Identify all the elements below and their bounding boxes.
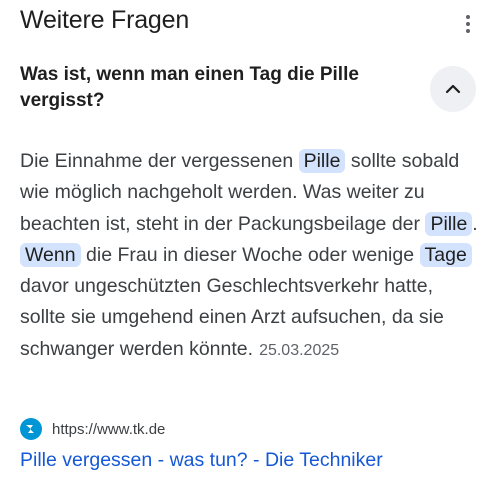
highlight-pille-2: Pille	[425, 211, 473, 236]
question-text[interactable]: Was ist, wenn man einen Tag die Pille ve…	[20, 62, 400, 114]
source-row[interactable]: https://www.tk.de	[20, 418, 165, 440]
source-url[interactable]: https://www.tk.de	[52, 421, 165, 438]
more-options-button[interactable]	[454, 10, 482, 38]
more-vert-icon	[466, 15, 470, 19]
result-link[interactable]: Pille vergessen - was tun? - Die Technik…	[20, 449, 383, 472]
highlight-tage: Tage	[419, 242, 472, 267]
highlight-wenn: Wenn	[20, 242, 81, 267]
chevron-up-icon	[445, 84, 461, 94]
highlight-pille: Pille	[298, 149, 346, 173]
collapse-button[interactable]	[430, 66, 476, 112]
tk-logo-icon	[20, 418, 42, 440]
section-title: Weitere Fragen	[20, 6, 190, 34]
answer-text: Die Einnahme der vergessenen Pille sollt…	[20, 149, 478, 360]
answer-date: 25.03.2025	[259, 341, 340, 359]
